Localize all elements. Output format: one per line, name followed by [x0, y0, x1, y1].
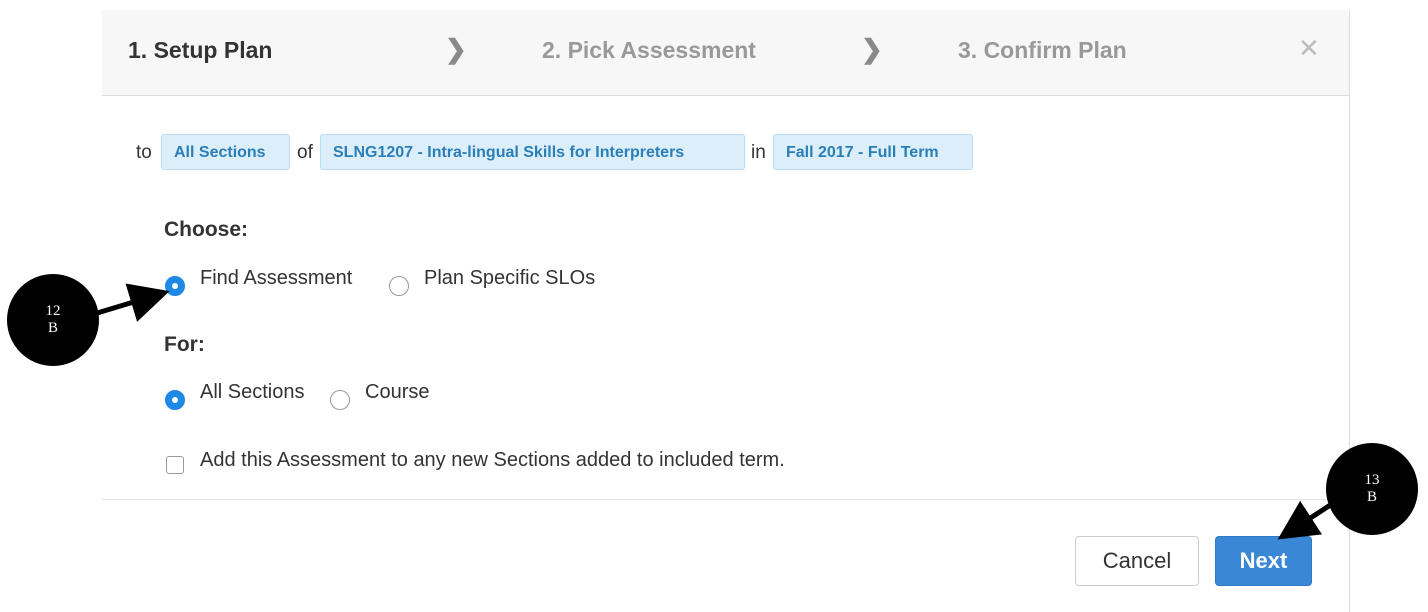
annotation-arrows: [73, 283, 1340, 540]
arrow-to-find-assessment: [73, 283, 170, 323]
arrow-to-next-button: [1277, 497, 1340, 540]
